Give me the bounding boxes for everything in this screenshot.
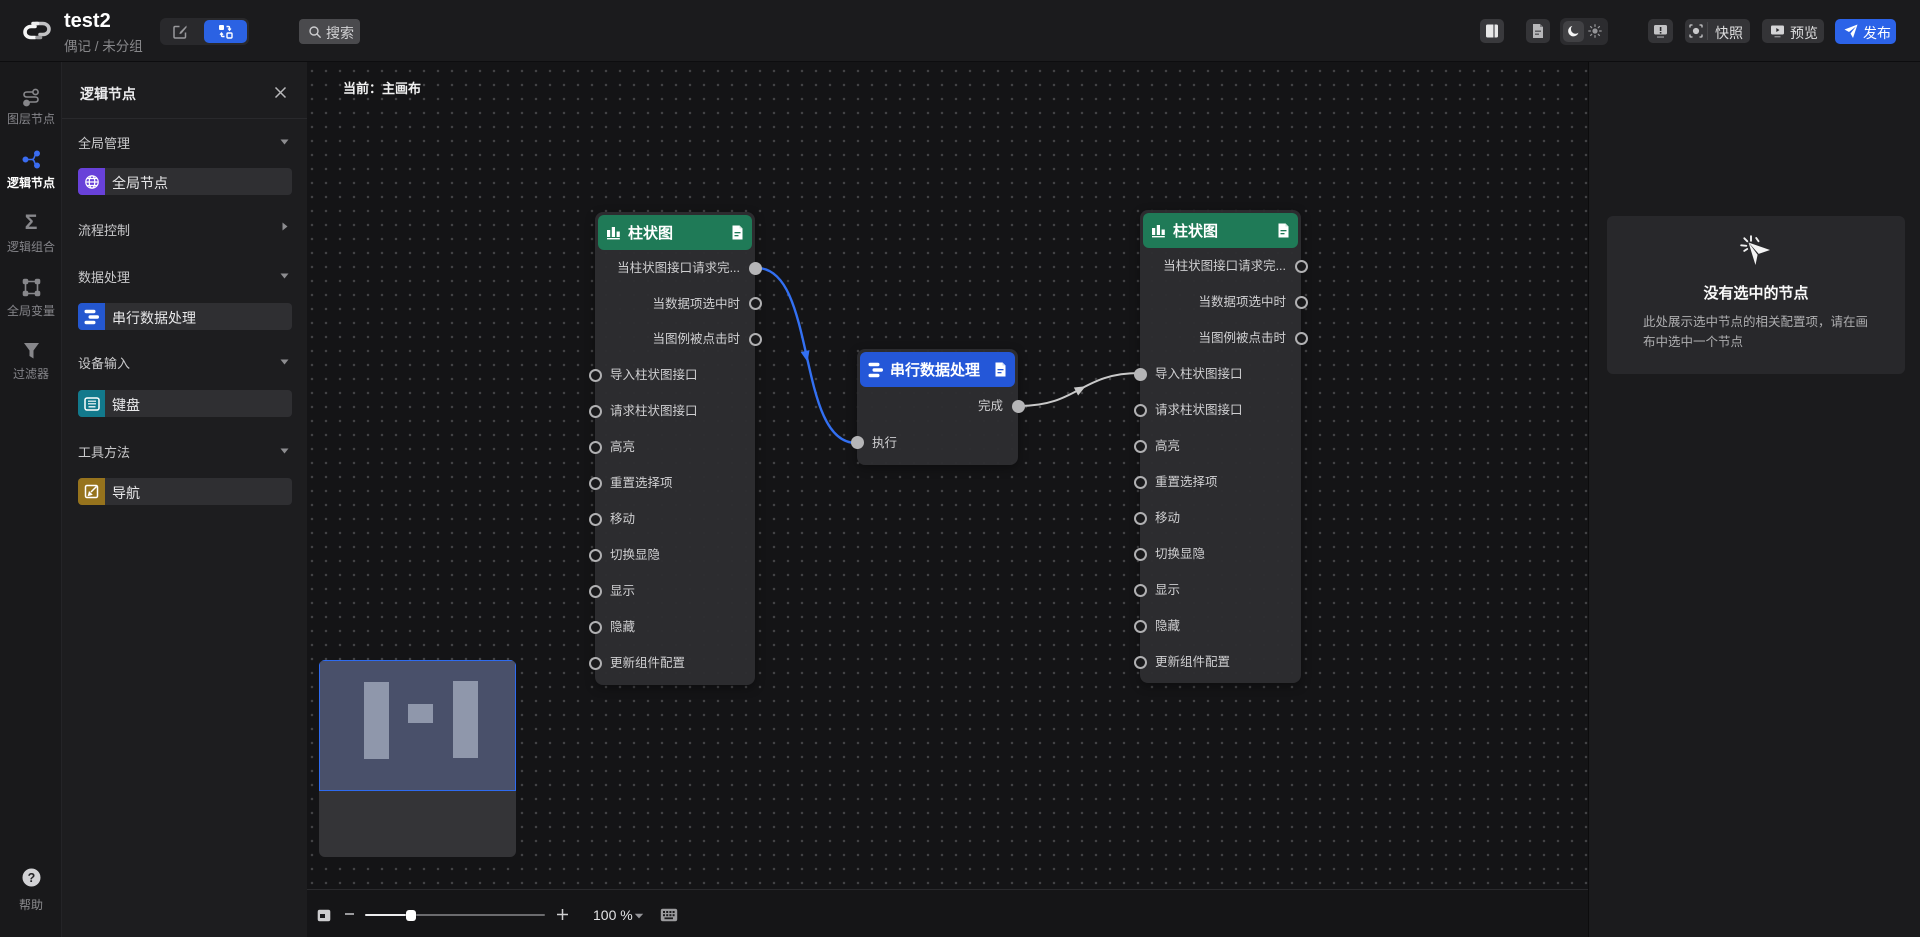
svg-text:?: ?	[28, 871, 36, 885]
